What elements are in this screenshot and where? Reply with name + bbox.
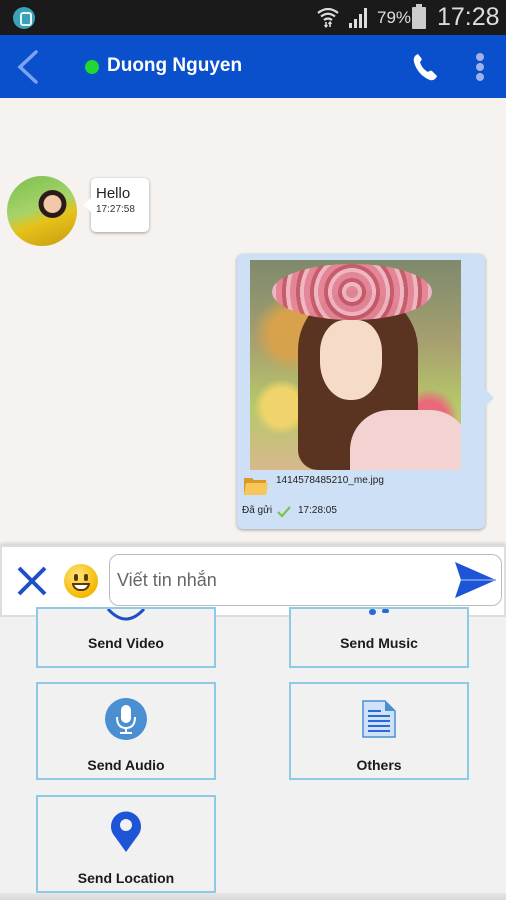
- send-video-button[interactable]: Send Video: [36, 607, 216, 668]
- send-icon[interactable]: [453, 560, 497, 600]
- location-pin-icon: [111, 811, 141, 852]
- tile-label: Send Location: [77, 870, 175, 886]
- tile-label: Others: [356, 757, 402, 773]
- send-audio-button[interactable]: Send Audio: [36, 682, 216, 780]
- tile-label: Send Audio: [87, 757, 165, 773]
- back-button[interactable]: [12, 49, 42, 85]
- message-time: 17:28:05: [298, 505, 337, 516]
- status-bar: 79% 17:28: [0, 0, 506, 35]
- send-location-button[interactable]: Send Location: [36, 795, 216, 893]
- signal-icon: [349, 8, 367, 28]
- attachment-panel: Send Video Send Music Send Audio Others …: [0, 607, 506, 900]
- more-options-button[interactable]: [470, 51, 490, 83]
- online-status-dot: [85, 60, 99, 74]
- delivery-status: Đã gửi: [242, 505, 273, 516]
- battery-percent: 79%: [377, 8, 412, 27]
- chat-header: Duong Nguyen: [0, 35, 506, 98]
- send-music-button[interactable]: Send Music: [289, 607, 469, 668]
- chat-app-icon: [13, 7, 35, 29]
- document-icon: [362, 700, 396, 738]
- more-vertical-icon: [476, 53, 484, 61]
- message-text: Hello: [96, 185, 131, 202]
- clock: 17:28: [437, 3, 500, 31]
- check-icon: [277, 506, 291, 518]
- panel-bottom-edge: [0, 893, 506, 900]
- tile-label: Send Video: [88, 635, 164, 651]
- video-icon: [106, 609, 146, 621]
- folder-icon: [244, 478, 268, 495]
- file-name: 1414578485210_me.jpg: [276, 475, 384, 486]
- incoming-message-bubble[interactable]: Hello 17:27:58: [83, 178, 149, 232]
- others-button[interactable]: Others: [289, 682, 469, 780]
- battery-icon: [412, 4, 426, 29]
- emoji-icon[interactable]: [64, 564, 98, 598]
- close-icon[interactable]: [16, 565, 48, 597]
- outgoing-message-bubble[interactable]: 1414578485210_me.jpg Đã gửi 17:28:05: [237, 254, 494, 529]
- tile-label: Send Music: [340, 635, 418, 651]
- shared-image[interactable]: [250, 260, 461, 470]
- music-icon: [369, 609, 389, 615]
- message-input[interactable]: [109, 554, 502, 606]
- contact-avatar[interactable]: [7, 176, 77, 246]
- message-time: 17:27:58: [96, 204, 135, 215]
- phone-icon[interactable]: [410, 51, 440, 83]
- microphone-icon: [105, 698, 147, 740]
- wifi-icon: [317, 7, 339, 28]
- contact-name: Duong Nguyen: [107, 55, 243, 76]
